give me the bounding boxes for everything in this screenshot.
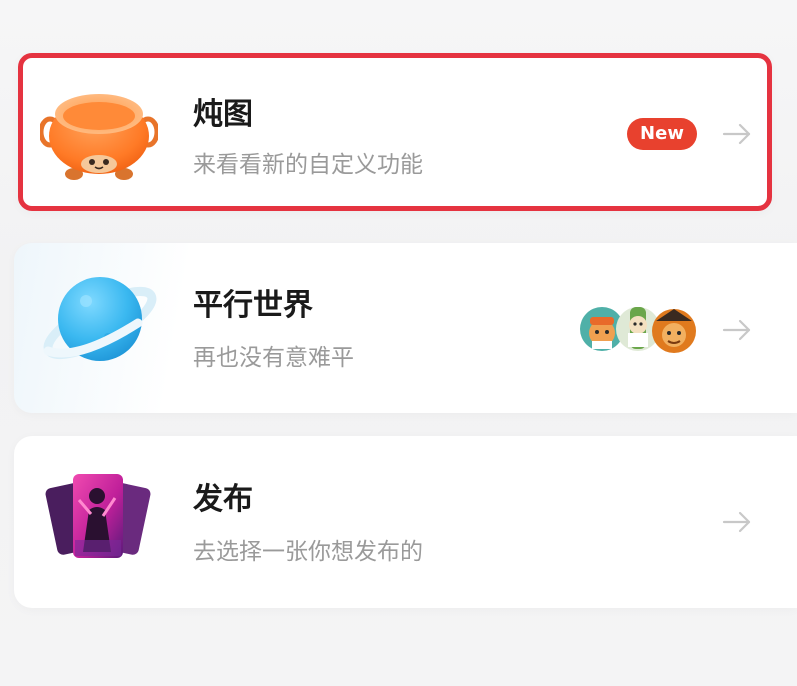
menu-card-publish[interactable]: 发布 去选择一张你想发布的 — [14, 436, 797, 608]
arrow-right-icon — [720, 505, 754, 539]
new-badge: New — [627, 118, 697, 150]
card-title: 炖图 — [193, 97, 253, 132]
card-subtitle: 来看看新的自定义功能 — [193, 152, 423, 178]
card-stack-icon — [45, 470, 151, 566]
card-subtitle: 再也没有意难平 — [193, 345, 354, 371]
avatar — [652, 309, 696, 353]
menu-card-parallel-world[interactable]: 平行世界 再也没有意难平 — [14, 243, 797, 413]
planet-icon — [38, 263, 162, 377]
stew-pot-icon — [38, 84, 160, 184]
avatar-group — [578, 303, 698, 355]
card-title: 发布 — [193, 482, 253, 517]
arrow-right-icon — [720, 313, 754, 347]
card-title: 平行世界 — [193, 288, 313, 323]
arrow-right-icon — [720, 117, 754, 151]
card-subtitle: 去选择一张你想发布的 — [193, 539, 423, 565]
menu-card-stew[interactable]: 炖图 来看看新的自定义功能 New — [18, 53, 772, 211]
